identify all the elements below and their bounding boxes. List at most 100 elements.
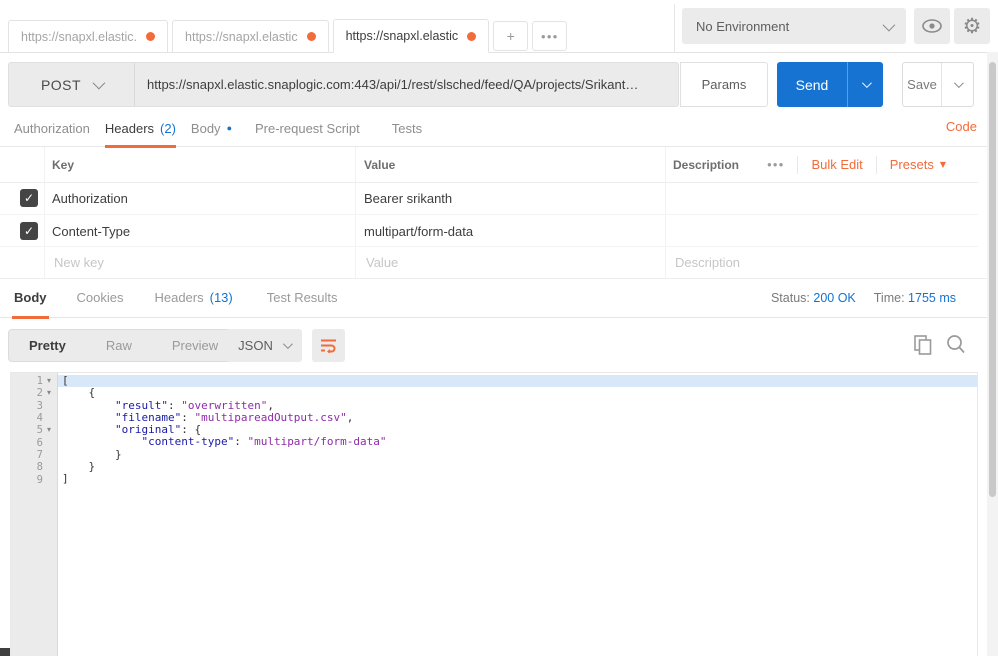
line-number: 6 bbox=[37, 437, 43, 449]
chevron-down-icon bbox=[93, 77, 106, 90]
check-icon: ✓ bbox=[24, 224, 34, 238]
response-tab-headers[interactable]: Headers (13) bbox=[154, 278, 232, 318]
request-tab-1[interactable]: https://snapxl.elastic. bbox=[8, 20, 168, 53]
tab-headers[interactable]: Headers (2) bbox=[105, 110, 176, 147]
tab-label: Body bbox=[191, 121, 221, 136]
line-number: 8 bbox=[37, 461, 43, 473]
view-pretty[interactable]: Pretty bbox=[9, 330, 86, 361]
search-icon bbox=[946, 334, 966, 355]
row-checkbox[interactable]: ✓ bbox=[20, 222, 38, 240]
request-tab-3-active[interactable]: https://snapxl.elastic bbox=[333, 19, 490, 53]
tab-label: Cookies bbox=[77, 290, 124, 305]
ellipsis-icon: ●●● bbox=[541, 32, 559, 41]
environment-selector[interactable]: No Environment bbox=[682, 8, 906, 44]
view-label: Pretty bbox=[29, 338, 66, 353]
params-label: Params bbox=[702, 77, 747, 92]
tab-label: Test Results bbox=[267, 290, 338, 305]
header-key-cell[interactable]: Content-Type bbox=[52, 224, 130, 239]
tab-authorization[interactable]: Authorization bbox=[14, 110, 90, 147]
time-field: Time: 1755 ms bbox=[874, 291, 956, 305]
gutter-line: 6 bbox=[11, 436, 57, 448]
search-response-button[interactable] bbox=[946, 334, 966, 360]
send-button[interactable]: Send bbox=[777, 62, 847, 107]
tab-pre-request-script[interactable]: Pre-request Script bbox=[255, 110, 360, 147]
params-button[interactable]: Params bbox=[680, 62, 768, 107]
check-icon: ✓ bbox=[24, 191, 34, 205]
table-row: ✓ Content-Type multipart/form-data bbox=[0, 214, 978, 247]
line-number: 3 bbox=[37, 400, 43, 412]
gutter-line: 5▾ bbox=[11, 424, 57, 436]
code-line: [ bbox=[58, 375, 977, 387]
fold-toggle-icon[interactable]: ▾ bbox=[43, 426, 55, 434]
top-tab-bar: https://snapxl.elastic. https://snapxl.e… bbox=[0, 0, 998, 53]
table-header-controls: ●●● Bulk Edit Presets ▼ bbox=[767, 147, 946, 182]
tab-tests[interactable]: Tests bbox=[392, 110, 422, 147]
tab-body[interactable]: Body ● bbox=[191, 110, 232, 147]
status-field: Status: 200 OK bbox=[771, 291, 856, 305]
method-selector[interactable]: POST bbox=[9, 63, 135, 106]
header-value-cell[interactable]: multipart/form-data bbox=[364, 224, 473, 239]
time-label: Time: bbox=[874, 291, 905, 305]
tab-label: Pre-request Script bbox=[255, 121, 360, 136]
status-label: Status: bbox=[771, 291, 810, 305]
chevron-down-icon bbox=[862, 78, 872, 88]
view-raw[interactable]: Raw bbox=[86, 330, 152, 361]
tab-label: Tests bbox=[392, 121, 422, 136]
format-selector[interactable]: JSON bbox=[226, 329, 302, 362]
send-options-button[interactable] bbox=[847, 62, 883, 107]
presets-label: Presets bbox=[890, 157, 934, 172]
tab-label: Headers bbox=[154, 290, 203, 305]
view-label: Raw bbox=[106, 338, 132, 353]
format-label: JSON bbox=[238, 338, 273, 353]
header-value-cell[interactable]: Bearer srikanth bbox=[364, 191, 452, 206]
new-value-input[interactable] bbox=[364, 254, 628, 271]
response-tab-cookies[interactable]: Cookies bbox=[77, 278, 124, 318]
save-button[interactable]: Save bbox=[903, 63, 941, 106]
unsaved-dot-icon bbox=[146, 32, 155, 41]
code-link[interactable]: Code bbox=[946, 119, 977, 134]
url-input[interactable] bbox=[135, 63, 678, 106]
chevron-down-icon bbox=[883, 18, 896, 31]
new-description-input[interactable] bbox=[673, 254, 937, 271]
table-header-row: Key Value Description ●●● Bulk Edit Pres… bbox=[0, 147, 978, 183]
copy-response-button[interactable] bbox=[913, 334, 933, 361]
time-value: 1755 ms bbox=[908, 291, 956, 305]
save-options-button[interactable] bbox=[941, 63, 973, 106]
fold-toggle-icon[interactable]: ▾ bbox=[43, 377, 55, 385]
open-tabs-menu-button[interactable]: ●●● bbox=[532, 21, 567, 51]
gutter-line: 2▾ bbox=[11, 387, 57, 399]
statusbar-corner bbox=[0, 648, 10, 656]
method-label: POST bbox=[41, 77, 81, 93]
topbar-divider bbox=[674, 4, 675, 52]
response-tab-body[interactable]: Body bbox=[14, 278, 47, 318]
plus-icon: + bbox=[507, 28, 515, 44]
gutter-line: 8 bbox=[11, 461, 57, 473]
new-tab-button[interactable]: + bbox=[493, 21, 528, 51]
settings-button[interactable]: ⚙ bbox=[954, 8, 990, 44]
response-meta: Status: 200 OK Time: 1755 ms bbox=[771, 278, 956, 318]
column-header-key: Key bbox=[52, 158, 74, 172]
bulk-edit-link[interactable]: Bulk Edit bbox=[811, 157, 862, 172]
response-body-editor[interactable]: 1▾2▾345▾6789 [ { "result": "overwritten"… bbox=[10, 372, 978, 656]
request-tab-2[interactable]: https://snapxl.elastic bbox=[172, 20, 329, 53]
copy-icon bbox=[913, 334, 933, 356]
caret-down-icon: ▼ bbox=[940, 160, 946, 169]
response-tab-test-results[interactable]: Test Results bbox=[267, 278, 338, 318]
more-options-icon[interactable]: ●●● bbox=[767, 160, 785, 169]
new-key-input[interactable] bbox=[52, 254, 316, 271]
unsaved-dot-icon bbox=[307, 32, 316, 41]
scrollbar-thumb[interactable] bbox=[989, 62, 996, 497]
table-row: ✓ Authorization Bearer srikanth bbox=[0, 182, 978, 214]
header-key-cell[interactable]: Authorization bbox=[52, 191, 128, 206]
environment-quicklook-button[interactable] bbox=[914, 8, 950, 44]
editor-gutter: 1▾2▾345▾6789 bbox=[11, 373, 58, 656]
presets-dropdown[interactable]: Presets ▼ bbox=[890, 157, 946, 172]
postman-window: https://snapxl.elastic. https://snapxl.e… bbox=[0, 0, 998, 656]
line-number: 4 bbox=[37, 412, 43, 424]
wrap-text-button[interactable] bbox=[312, 329, 345, 362]
row-checkbox[interactable]: ✓ bbox=[20, 189, 38, 207]
save-button-group: Save bbox=[902, 62, 974, 107]
gutter-line: 4 bbox=[11, 412, 57, 424]
view-mode-switch: Pretty Raw Preview bbox=[8, 329, 239, 362]
fold-toggle-icon[interactable]: ▾ bbox=[43, 389, 55, 397]
